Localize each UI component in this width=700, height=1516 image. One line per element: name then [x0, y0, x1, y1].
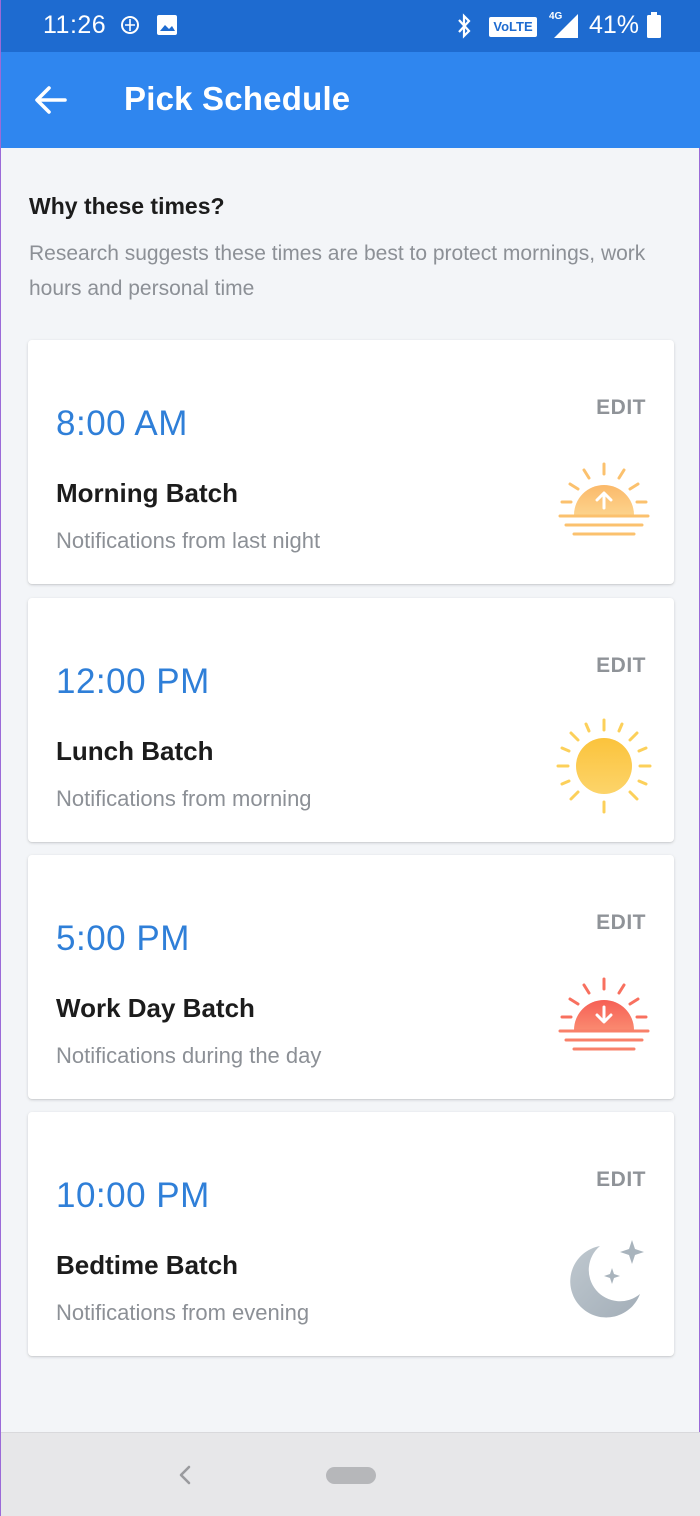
schedule-card-bedtime: 10:00 PM EDIT Bedtime Batch Notification…	[28, 1112, 674, 1356]
schedule-subtitle: Notifications from evening	[56, 1300, 310, 1325]
schedule-time[interactable]: 12:00 PM	[56, 662, 210, 702]
schedule-subtitle: Notifications from morning	[56, 786, 312, 811]
schedule-card-lunch: 12:00 PM EDIT Lunch Batch Notifications …	[28, 598, 674, 842]
schedule-time[interactable]: 10:00 PM	[56, 1176, 210, 1216]
schedule-title: Bedtime Batch	[56, 1250, 239, 1280]
edit-button[interactable]: EDIT	[596, 1168, 646, 1192]
arrow-left-icon[interactable]	[31, 82, 71, 118]
schedule-title: Morning Batch	[56, 478, 238, 508]
schedule-card-workday: 5:00 PM EDIT Work Day Batch Notification…	[28, 855, 674, 1099]
edit-button[interactable]: EDIT	[596, 654, 646, 678]
schedule-title: Work Day Batch	[56, 993, 255, 1023]
nav-back-icon[interactable]	[173, 1461, 197, 1489]
edit-button[interactable]: EDIT	[596, 396, 646, 420]
moon-icon	[570, 1240, 644, 1318]
battery-percent: 41%	[589, 11, 640, 39]
intro-text: Research suggests these times are best t…	[29, 242, 646, 300]
schedule-time[interactable]: 8:00 AM	[56, 404, 188, 444]
volte-badge: VoLTE	[489, 17, 537, 37]
page-title: Pick Schedule	[124, 80, 351, 117]
sun-icon	[556, 718, 652, 814]
sunrise-icon	[558, 462, 650, 536]
schedule-card-morning: 8:00 AM EDIT Morning Batch Notifications…	[28, 340, 674, 584]
bluetooth-icon	[458, 13, 471, 39]
status-bar: 11:26 VoLTE 4G 41%	[1, 0, 700, 52]
battery-icon	[647, 12, 661, 38]
schedule-subtitle: Notifications from last night	[56, 528, 321, 553]
sunset-icon	[558, 977, 650, 1051]
vpn-icon	[121, 16, 139, 34]
signal-icon	[554, 14, 578, 38]
home-pill-icon[interactable]	[326, 1467, 376, 1484]
edit-button[interactable]: EDIT	[596, 911, 646, 935]
schedule-time[interactable]: 5:00 PM	[56, 919, 190, 959]
intro-heading: Why these times?	[29, 193, 225, 219]
app-bar: Pick Schedule	[1, 52, 700, 148]
system-nav-bar	[1, 1432, 700, 1516]
schedule-title: Lunch Batch	[56, 736, 214, 766]
status-time: 11:26	[43, 11, 107, 39]
schedule-subtitle: Notifications during the day	[56, 1043, 322, 1068]
image-notification-icon	[157, 15, 177, 35]
